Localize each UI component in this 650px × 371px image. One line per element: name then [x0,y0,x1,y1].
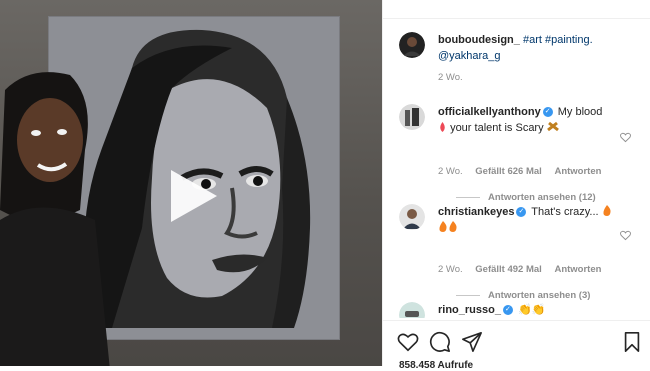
like-comment-heart-icon[interactable] [620,132,631,143]
instagram-post-view: bouboudesign_ #art #painting. @yakhara_g… [0,0,650,371]
crossed-hands-icon [546,121,559,132]
comment-icon[interactable] [429,331,451,353]
video-player[interactable] [0,0,382,366]
author-avatar[interactable] [399,32,425,58]
replies-divider-line [456,196,480,198]
bookmark-icon[interactable] [621,331,643,353]
comment-text: officialkellyanthony ✓ My blood your tale… [438,104,613,136]
comment-likes[interactable]: Gefällt 626 Mal [475,166,542,177]
commenter-avatar[interactable] [399,302,425,318]
verified-badge-icon: ✓ [516,207,527,218]
verified-badge-icon: ✓ [542,107,553,118]
commenter-avatar[interactable] [399,204,425,230]
caption-text: bouboudesign_ #art #painting. @yakhara_g [438,32,613,64]
comment-username[interactable]: officialkellyanthony [438,106,541,118]
comment-meta: 2 Wo. Gefällt 626 Mal Antworten [438,166,611,177]
like-comment-heart-icon[interactable] [620,230,631,241]
fire-icon [439,221,447,232]
comment-time[interactable]: 2 Wo. [438,264,463,275]
comment-meta: 2 Wo. Gefällt 492 Mal Antworten [438,264,611,275]
comment-time[interactable]: 2 Wo. [438,166,463,177]
comments-panel: bouboudesign_ #art #painting. @yakhara_g… [383,0,650,371]
view-replies-label: Antworten ansehen (12) [488,192,596,203]
view-replies-button[interactable]: Antworten ansehen (3) [456,290,590,301]
comment-text: rino_russo_ ✓ 👏👏 [438,302,613,318]
artist-person [0,72,110,366]
comments-list[interactable]: bouboudesign_ #art #painting. @yakhara_g… [383,18,650,318]
comment-text: christiankeyes ✓ That's crazy... [438,204,613,236]
comment-username[interactable]: rino_russo_ [438,304,501,316]
caption-mention[interactable]: @yakhara_g [438,50,501,62]
comment-body-a: My blood [557,106,603,118]
caption-hashtags[interactable]: #art #painting. [523,34,593,46]
comment-username[interactable]: christiankeyes [438,206,514,218]
comment-body-b: your talent is Scary [450,122,544,134]
view-replies-button[interactable]: Antworten ansehen (12) [456,192,596,203]
comment-body: That's crazy... [531,206,599,218]
commenter-avatar[interactable] [399,104,425,130]
author-username[interactable]: bouboudesign_ [438,34,520,46]
post-action-bar: 858.458 Aufrufe [383,320,650,371]
reply-button[interactable]: Antworten [554,264,601,275]
reply-button[interactable]: Antworten [554,166,601,177]
replies-divider-line [456,294,480,296]
heart-icon[interactable] [397,331,419,353]
caption-time[interactable]: 2 Wo. [438,72,463,83]
fire-icon [449,221,457,232]
view-replies-label: Antworten ansehen (3) [488,290,591,301]
blood-drop-icon [440,122,445,132]
play-button[interactable] [171,170,217,222]
verified-badge-icon: ✓ [502,305,513,316]
comment-likes[interactable]: Gefällt 492 Mal [475,264,542,275]
comment-body: 👏👏 [518,304,546,316]
caption-meta: 2 Wo. [438,72,473,83]
share-icon[interactable] [461,331,483,353]
header-strip [383,0,650,19]
fire-icon [603,205,611,216]
